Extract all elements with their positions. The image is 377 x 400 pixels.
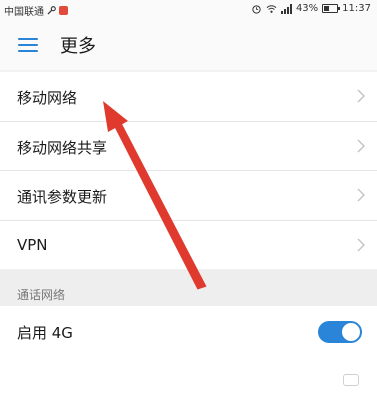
settings-item-carrier-update[interactable]: 通讯参数更新 <box>0 171 377 221</box>
page-title: 更多 <box>60 36 96 57</box>
chevron-right-icon <box>357 188 365 202</box>
section-header-call-network: 通话网络 <box>0 270 377 306</box>
settings-item-mobile-hotspot[interactable]: 移动网络共享 <box>0 122 377 171</box>
notification-badge-icon <box>59 6 68 15</box>
settings-item-label: 移动网络共享 <box>17 138 108 157</box>
menu-bar <box>18 44 38 46</box>
settings-item-label: 通讯参数更新 <box>17 188 108 206</box>
menu-bar <box>18 50 38 52</box>
hamburger-menu-icon[interactable] <box>18 38 38 52</box>
settings-item-label: VPN <box>17 235 48 254</box>
wifi-icon <box>266 4 277 13</box>
status-bar: 中国联通 43% 11:37 <box>0 0 377 18</box>
carrier-name: 中国联通 <box>4 7 44 18</box>
battery-icon <box>322 4 341 13</box>
signal-icon <box>280 3 292 14</box>
battery-fill <box>324 6 330 11</box>
watermark <box>343 374 359 386</box>
page-bottom <box>0 358 377 400</box>
section-title: 通话网络 <box>17 288 66 302</box>
settings-item-mobile-network[interactable]: 移动网络 <box>0 72 377 122</box>
settings-item-vpn[interactable]: VPN <box>0 221 377 270</box>
status-bar-left: 中国联通 <box>4 3 68 18</box>
settings-item-label: 移动网络 <box>17 89 78 107</box>
status-bar-right: 43% 11:37 <box>251 3 371 14</box>
enable-4g-label: 启用 4G <box>17 324 73 342</box>
chevron-right-icon <box>357 139 365 152</box>
settings-list: 移动网络 移动网络共享 通讯参数更新 VPN <box>0 72 377 269</box>
key-icon <box>47 6 56 15</box>
watermark-logo-icon <box>343 374 359 386</box>
alarm-icon <box>252 4 261 14</box>
clock: 11:37 <box>342 3 371 14</box>
battery-percent: 43% <box>295 3 319 14</box>
chevron-right-icon <box>357 89 365 103</box>
menu-bar <box>18 38 38 40</box>
toggle-knob <box>342 323 360 341</box>
app-header: 更多 <box>0 18 377 70</box>
settings-item-enable-4g: 启用 4G <box>0 306 377 358</box>
enable-4g-toggle[interactable] <box>318 321 362 343</box>
chevron-right-icon <box>357 238 365 251</box>
